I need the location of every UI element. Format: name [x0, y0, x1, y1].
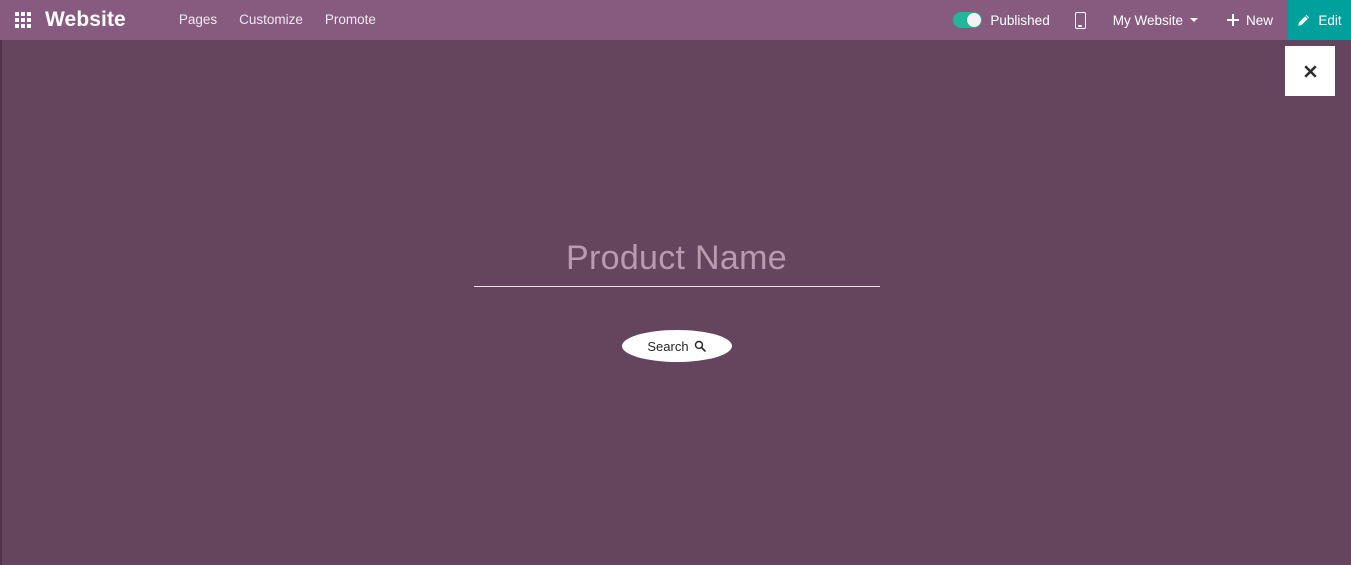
close-x-icon	[1303, 64, 1317, 78]
site-selector-dropdown[interactable]: My Website	[1099, 0, 1212, 40]
search-magnifier-icon	[694, 340, 706, 352]
product-search-area: Search	[2, 40, 1351, 565]
publish-status-label: Published	[990, 12, 1050, 28]
edit-button[interactable]: Edit	[1288, 0, 1351, 40]
close-button[interactable]	[1285, 46, 1335, 96]
website-preview-page: Search	[0, 40, 1351, 565]
search-field-wrapper	[473, 236, 880, 287]
plus-icon	[1226, 14, 1239, 26]
apps-menu-button[interactable]	[0, 0, 45, 40]
nav-item-promote[interactable]: Promote	[314, 0, 387, 40]
new-button-label: New	[1245, 12, 1273, 28]
toggle-knob	[967, 13, 982, 27]
new-button[interactable]: New	[1212, 0, 1288, 40]
search-input[interactable]	[473, 236, 880, 280]
app-brand-title[interactable]: Website	[45, 0, 132, 40]
navbar-menu: Pages Customize Promote	[168, 0, 387, 40]
search-button-label: Search	[647, 338, 689, 354]
edit-button-label: Edit	[1318, 12, 1342, 28]
search-button[interactable]: Search	[621, 330, 732, 362]
mobile-preview-button[interactable]	[1062, 0, 1099, 40]
publish-toggle-button[interactable]: Published	[943, 0, 1061, 40]
navbar-left-group: Website Pages Customize Promote	[0, 0, 387, 40]
pencil-icon	[1298, 14, 1310, 26]
nav-item-pages[interactable]: Pages	[168, 0, 228, 40]
navbar-right-group: Published My Website New Edit	[943, 0, 1351, 40]
nav-item-customize[interactable]: Customize	[228, 0, 314, 40]
apps-grid-icon	[14, 12, 31, 28]
chevron-down-icon	[1189, 18, 1198, 22]
mobile-phone-icon	[1074, 11, 1086, 29]
top-navbar: Website Pages Customize Promote Publishe…	[0, 0, 1351, 40]
site-selector-label: My Website	[1112, 12, 1183, 28]
publish-toggle-switch[interactable]	[953, 12, 983, 28]
